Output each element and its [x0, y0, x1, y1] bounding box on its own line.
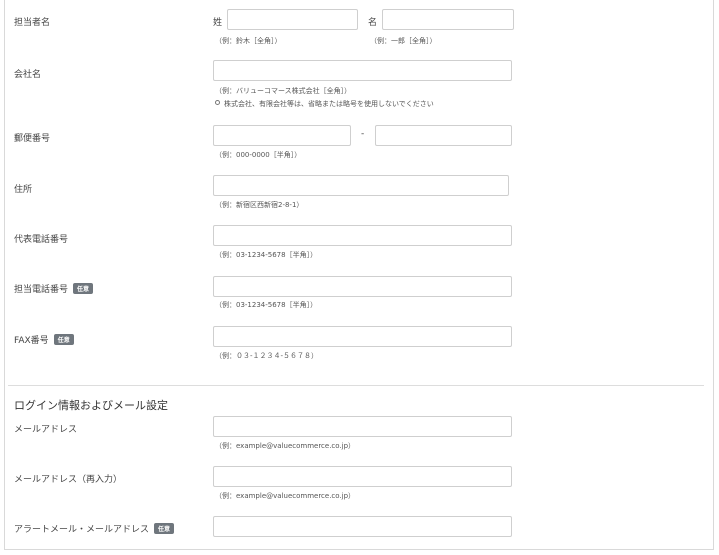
contact-phone-hint: （例：03-1234-5678［半角］） [215, 301, 318, 309]
email-confirm-hint: （例：example@valuecommerce.co.jp） [215, 492, 356, 500]
optional-badge: 任意 [154, 523, 175, 534]
fax-hint: （例：０３-１２３４-５６７８） [215, 352, 319, 360]
main-phone-hint: （例：03-1234-5678［半角］） [215, 251, 318, 259]
fax-label: FAX番号 任意 [14, 333, 74, 346]
postal-input-2[interactable] [375, 125, 512, 146]
bullet-icon [215, 100, 220, 105]
optional-badge: 任意 [73, 283, 94, 294]
contact-name-label: 担当者名 [14, 18, 51, 28]
company-hint: （例：バリューコマース株式会社［全角］） [215, 87, 352, 95]
email-confirm-label: メールアドレス（再入力） [14, 475, 123, 485]
first-name-hint: （例：一郎［全角］） [370, 37, 437, 45]
email-confirm-input[interactable] [213, 466, 512, 487]
address-label: 住所 [14, 185, 33, 195]
email-label: メールアドレス [14, 425, 78, 435]
alert-email-label-text: アラートメール・メールアドレス [14, 525, 150, 535]
main-phone-input[interactable] [213, 225, 512, 246]
login-section-title: ログイン情報およびメール設定 [14, 399, 168, 412]
email-hint: （例：example@valuecommerce.co.jp） [215, 442, 356, 450]
contact-phone-label: 担当電話番号 任意 [14, 282, 94, 295]
fax-label-text: FAX番号 [14, 336, 49, 346]
main-phone-label: 代表電話番号 [14, 235, 69, 245]
address-hint: （例：新宿区西新宿2-8-1） [215, 201, 304, 209]
alert-email-input[interactable] [213, 516, 512, 537]
fax-input[interactable] [213, 326, 512, 347]
contact-phone-input[interactable] [213, 276, 512, 297]
first-name-label: 名 [368, 18, 378, 28]
address-input[interactable] [213, 175, 509, 196]
company-note-text: 株式会社、有限会社等は、省略または略号を使用しないでください [224, 100, 434, 108]
email-input[interactable] [213, 416, 512, 437]
contact-phone-label-text: 担当電話番号 [14, 285, 69, 295]
section-divider [8, 385, 704, 386]
postal-label: 郵便番号 [14, 134, 51, 144]
postal-separator: - [361, 129, 365, 139]
company-label: 会社名 [14, 70, 42, 80]
last-name-label: 姓 [213, 18, 223, 28]
last-name-hint: （例：鈴木［全角］） [215, 37, 282, 45]
company-input[interactable] [213, 60, 512, 81]
optional-badge: 任意 [53, 334, 74, 345]
alert-email-label: アラートメール・メールアドレス 任意 [14, 522, 175, 535]
first-name-input[interactable] [382, 9, 514, 30]
postal-input-1[interactable] [213, 125, 351, 146]
last-name-input[interactable] [227, 9, 358, 30]
company-note: 株式会社、有限会社等は、省略または略号を使用しないでください [215, 99, 434, 109]
postal-hint: （例：000-0000［半角］） [215, 151, 302, 159]
